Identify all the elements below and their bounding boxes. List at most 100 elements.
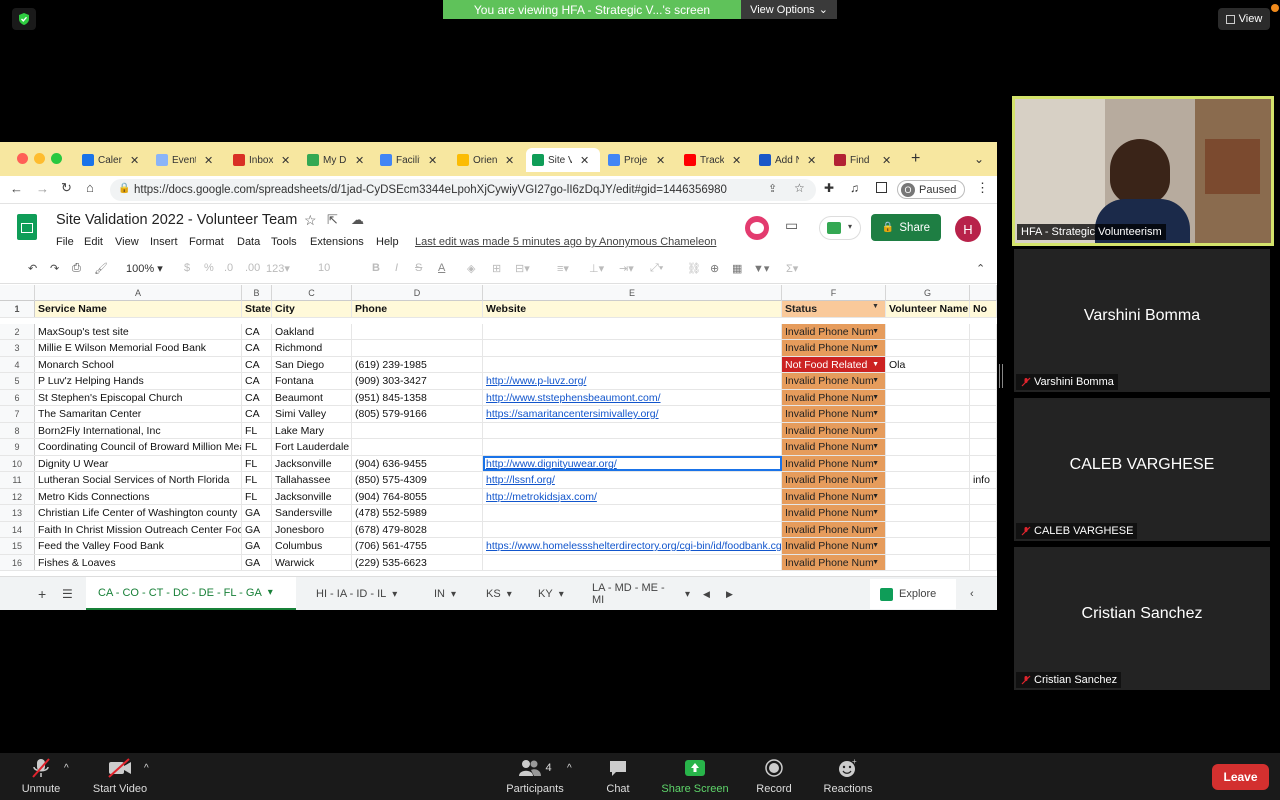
cell-status[interactable]: Invalid Phone Num ▼ xyxy=(782,323,886,340)
paint-format-icon[interactable]: 🖌 xyxy=(94,262,108,275)
cell-name[interactable]: Millie E Wilson Memorial Food Bank xyxy=(35,340,242,356)
sheet-tab-1[interactable]: HI - IA - ID - IL ▾ xyxy=(304,577,414,610)
cell-phone[interactable]: (619) 239-1985 xyxy=(352,356,483,372)
cell-state[interactable]: CA xyxy=(242,323,272,339)
dropdown-arrow-icon[interactable]: ▼ xyxy=(872,439,879,455)
cell-note[interactable] xyxy=(970,455,997,471)
borders-icon[interactable]: ⊞ xyxy=(492,262,501,275)
bookmark-star-icon[interactable]: ☆ xyxy=(794,181,805,195)
dropdown-arrow-icon[interactable]: ▼ xyxy=(872,373,879,389)
cell-city[interactable]: Warwick xyxy=(272,554,352,570)
media-controls-icon[interactable]: ♫ xyxy=(850,181,859,195)
menu-help[interactable]: Help xyxy=(376,236,399,248)
document-title[interactable]: Site Validation 2022 - Volunteer Team xyxy=(56,212,297,228)
cell-state[interactable]: GA xyxy=(242,538,272,554)
column-header[interactable] xyxy=(970,285,997,301)
cell-status[interactable]: Invalid Phone Num ▼ xyxy=(782,455,886,471)
cell-name[interactable]: Fishes & Loaves xyxy=(35,554,242,570)
cell-web[interactable] xyxy=(483,521,782,537)
cell-city[interactable]: Beaumont xyxy=(272,389,352,405)
cell-status[interactable]: Invalid Phone Num ▼ xyxy=(782,521,886,537)
cell-state[interactable]: CA xyxy=(242,389,272,405)
cell-city[interactable]: Jonesboro xyxy=(272,521,352,537)
cell-city[interactable]: Columbus xyxy=(272,538,352,554)
cell-web[interactable]: http://www.ststephensbeaumont.com/ xyxy=(483,389,782,405)
text-wrap-icon[interactable]: ⇥▾ xyxy=(619,262,634,275)
cell-state[interactable]: CA xyxy=(242,340,272,356)
cell-vol[interactable] xyxy=(886,373,970,389)
cell-note[interactable]: info xyxy=(970,472,997,488)
cell-name[interactable]: Faith In Christ Mission Outreach Center … xyxy=(35,521,242,537)
cell-state[interactable]: GA xyxy=(242,521,272,537)
tab-close-icon[interactable]: ✕ xyxy=(281,154,290,167)
browser-tab-5[interactable]: Orien ✕ xyxy=(451,148,524,172)
view-options-button[interactable]: View Options ⌄ xyxy=(741,0,837,19)
cell-status[interactable]: Not Food Related ▼ xyxy=(782,356,886,372)
leave-meeting-button[interactable]: Leave xyxy=(1212,764,1269,790)
explore-button[interactable]: Explore xyxy=(870,579,956,609)
strikethrough-icon[interactable]: S xyxy=(415,262,422,274)
sheet-tab-5[interactable]: LA - MD - ME - MI ▾ xyxy=(580,577,690,610)
security-shield-icon[interactable] xyxy=(12,8,36,30)
cell-phone[interactable] xyxy=(352,439,483,455)
text-rotation-icon[interactable]: ⤢▾ xyxy=(650,262,663,275)
cell-phone[interactable]: (678) 479-8028 xyxy=(352,521,483,537)
column-header[interactable]: B xyxy=(242,285,272,301)
close-window-button[interactable] xyxy=(17,153,28,164)
share-url-icon[interactable]: ⇪ xyxy=(768,182,777,195)
sheet-tab-0[interactable]: CA - CO - CT - DC - DE - FL - GA ▾ xyxy=(86,577,296,610)
dropdown-arrow-icon[interactable]: ▼ xyxy=(872,324,879,340)
column-header[interactable]: G xyxy=(886,285,970,301)
menu-view[interactable]: View xyxy=(115,236,139,248)
row-number[interactable]: 10 xyxy=(0,455,35,471)
row-number[interactable]: 2 xyxy=(0,323,35,339)
header-cell[interactable]: Service Name xyxy=(35,301,242,317)
record-button[interactable]: Record xyxy=(752,757,796,795)
cell-note[interactable] xyxy=(970,439,997,455)
cell-phone[interactable] xyxy=(352,422,483,438)
cell-state[interactable]: FL xyxy=(242,439,272,455)
cell-note[interactable] xyxy=(970,422,997,438)
sheet-tab-dropdown-icon[interactable]: ▾ xyxy=(392,589,397,600)
sheets-logo-icon[interactable] xyxy=(17,214,37,240)
browser-menu-icon[interactable]: ⋮ xyxy=(976,180,989,196)
tab-close-icon[interactable]: ✕ xyxy=(656,154,665,167)
cell-status[interactable]: Invalid Phone Num ▼ xyxy=(782,439,886,455)
browser-tab-2[interactable]: Inbox ✕ xyxy=(227,148,299,172)
dropdown-arrow-icon[interactable]: ▼ xyxy=(872,390,879,406)
url-field[interactable]: 🔒 https://docs.google.com/spreadsheets/d… xyxy=(110,179,816,201)
cell-city[interactable]: Lake Mary xyxy=(272,422,352,438)
cell-vol[interactable] xyxy=(886,472,970,488)
cell-web[interactable]: http://www.p-luvz.org/ xyxy=(483,373,782,389)
menu-file[interactable]: File xyxy=(56,236,74,248)
cell-city[interactable]: San Diego xyxy=(272,356,352,372)
cell-state[interactable]: FL xyxy=(242,455,272,471)
tab-search-chevron-icon[interactable]: ⌄ xyxy=(974,152,984,166)
cell-state[interactable]: FL xyxy=(242,422,272,438)
fill-color-icon[interactable]: ◈ xyxy=(467,262,475,275)
row-number[interactable]: 16 xyxy=(0,554,35,570)
insert-link-icon[interactable]: ⛓ xyxy=(687,262,701,275)
sheet-tab-2[interactable]: IN ▾ xyxy=(422,577,466,610)
cell-vol[interactable] xyxy=(886,406,970,422)
cell-name[interactable]: Lutheran Social Services of North Florid… xyxy=(35,472,242,488)
participants-chevron-icon[interactable]: ^ xyxy=(567,763,572,774)
cell-phone[interactable] xyxy=(352,323,483,339)
browser-tab-9[interactable]: Add N ✕ xyxy=(753,148,826,172)
participant-tile[interactable]: CALEB VARGHESE CALEB VARGHESE xyxy=(1014,398,1270,541)
share-screen-button[interactable]: Share Screen xyxy=(658,757,732,795)
cell-city[interactable]: Jacksonville xyxy=(272,455,352,471)
cell-vol[interactable] xyxy=(886,554,970,570)
undo-icon[interactable]: ↶ xyxy=(28,262,37,275)
cell-web[interactable] xyxy=(483,554,782,570)
tab-close-icon[interactable]: ✕ xyxy=(355,154,364,167)
merge-cells-icon[interactable]: ⊟▾ xyxy=(515,262,530,275)
header-cell[interactable]: Volunteer Name xyxy=(886,301,970,317)
sheet-tab-4[interactable]: KY ▾ xyxy=(526,577,572,610)
cell-note[interactable] xyxy=(970,340,997,356)
cell-phone[interactable]: (478) 552-5989 xyxy=(352,505,483,521)
cloud-status-icon[interactable]: ☁ xyxy=(351,212,364,228)
sheet-tab-dropdown-icon[interactable]: ▾ xyxy=(451,589,456,600)
tab-close-icon[interactable]: ✕ xyxy=(807,154,816,167)
vertical-align-icon[interactable]: ⊥▾ xyxy=(589,262,604,275)
